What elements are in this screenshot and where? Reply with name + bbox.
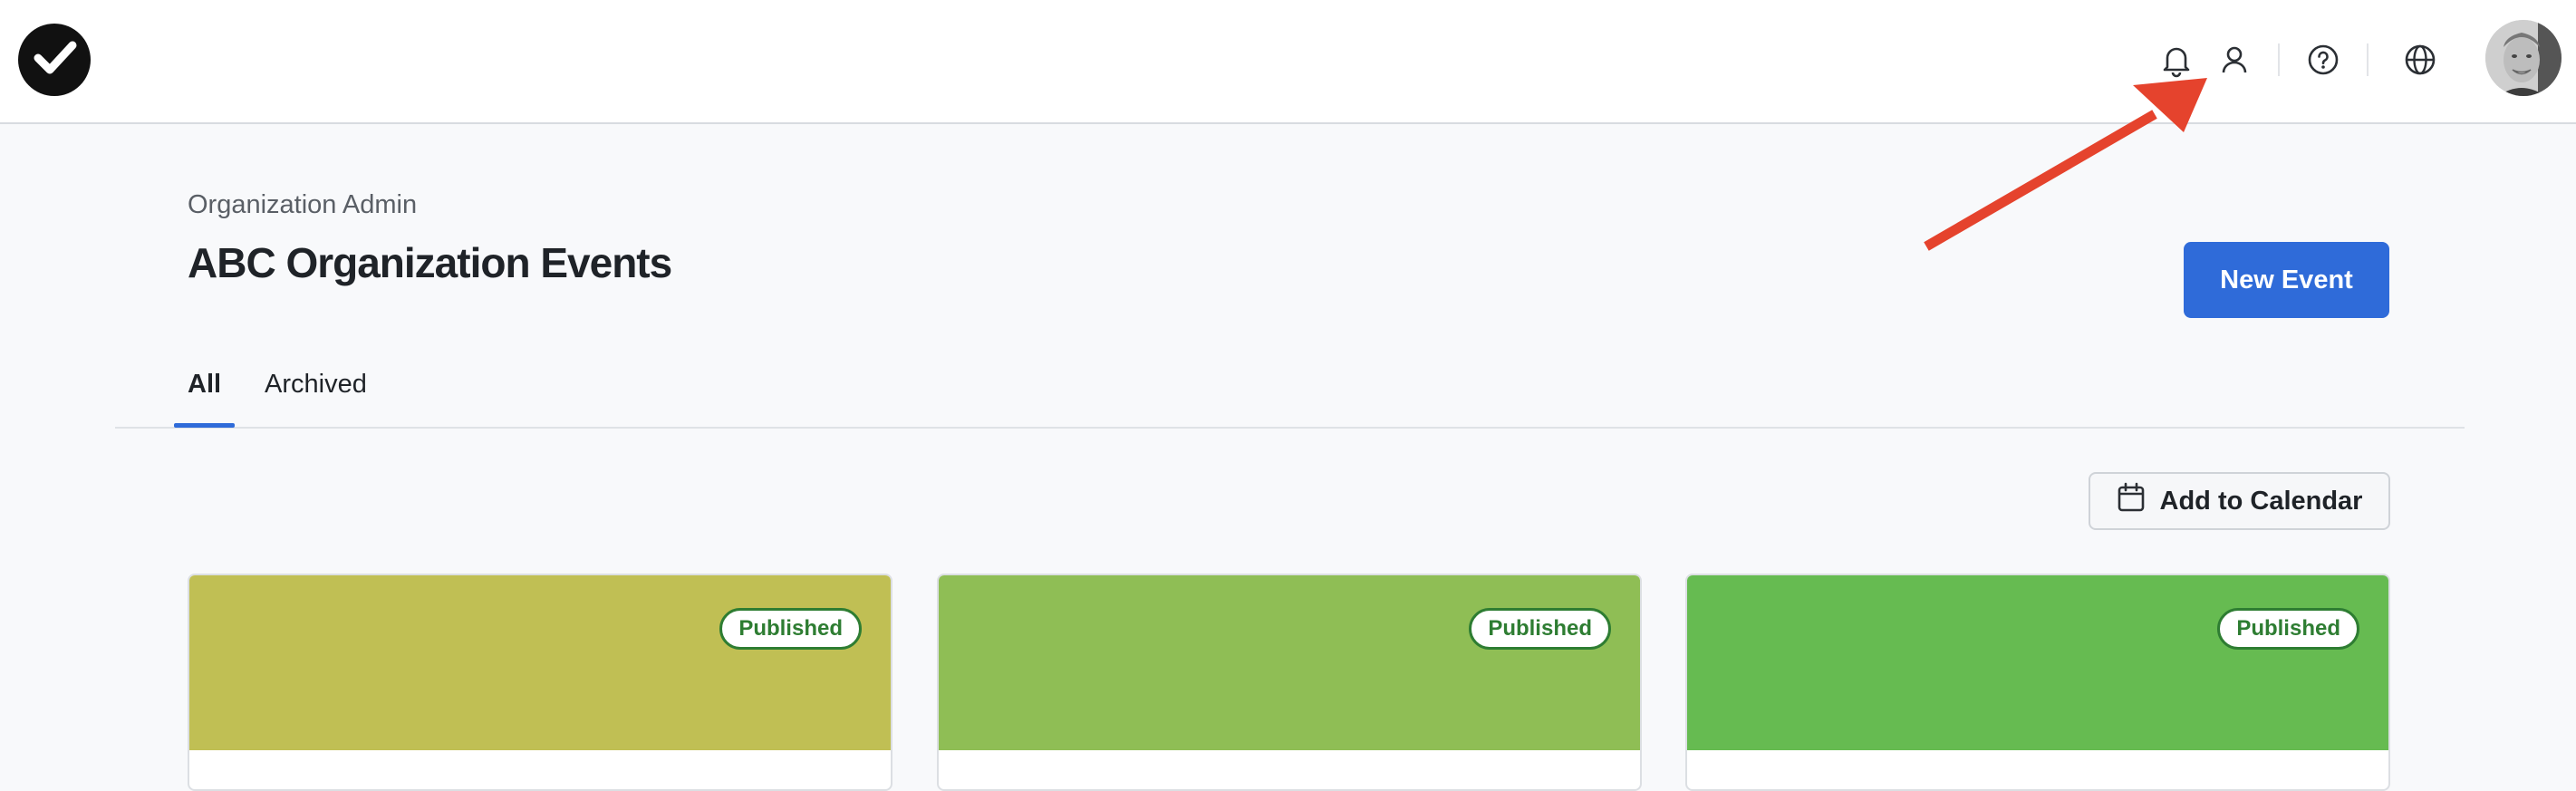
tab-all[interactable]: All <box>188 370 221 400</box>
event-card-banner <box>939 575 1640 750</box>
status-badge: Published <box>2217 608 2359 650</box>
active-tab-indicator <box>174 423 235 428</box>
page-title: ABC Organization Events <box>188 239 672 286</box>
add-to-calendar-label: Add to Calendar <box>2159 486 2363 516</box>
header-divider <box>2278 43 2280 76</box>
event-card[interactable]: Published <box>188 574 892 791</box>
avatar[interactable] <box>2485 20 2562 96</box>
header-divider <box>2367 43 2369 76</box>
status-badge: Published <box>719 608 862 650</box>
new-event-button[interactable]: New Event <box>2184 242 2389 318</box>
breadcrumb: Organization Admin <box>188 190 418 219</box>
tabs-divider <box>115 427 2465 429</box>
help-icon[interactable] <box>2303 40 2343 80</box>
calendar-icon <box>2117 482 2160 520</box>
event-card-banner <box>1687 575 2388 750</box>
status-badge: Published <box>1469 608 1611 650</box>
event-card-banner <box>189 575 891 750</box>
user-icon[interactable] <box>2214 40 2254 80</box>
app-logo-icon[interactable] <box>18 24 91 96</box>
bell-icon[interactable] <box>2156 40 2196 80</box>
event-card[interactable]: Published <box>937 574 1642 791</box>
globe-icon[interactable] <box>2400 40 2440 80</box>
tab-archived[interactable]: Archived <box>265 370 367 400</box>
event-card[interactable]: Published <box>1685 574 2390 791</box>
top-header <box>0 0 2576 124</box>
add-to-calendar-button[interactable]: Add to Calendar <box>2089 472 2390 530</box>
